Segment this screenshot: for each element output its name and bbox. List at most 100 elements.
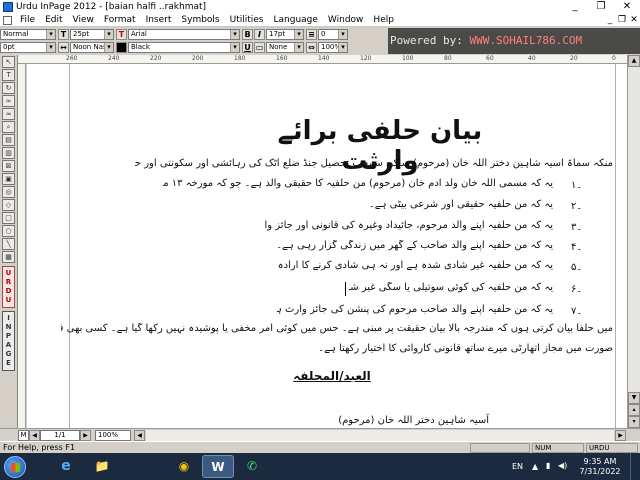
document-icon[interactable] bbox=[3, 15, 12, 25]
ellipse-tool-icon[interactable]: ○ bbox=[2, 225, 15, 237]
show-desktop-button[interactable] bbox=[630, 453, 640, 480]
scroll-right-icon[interactable]: ▶ bbox=[615, 429, 626, 441]
page-up-icon[interactable]: ▴ bbox=[628, 404, 640, 416]
vertical-scrollbar[interactable]: ▲ ▼ ▴ ▾ bbox=[627, 55, 640, 428]
scroll-down-icon[interactable]: ▼ bbox=[628, 392, 640, 404]
vertical-ruler[interactable] bbox=[18, 64, 26, 428]
first-page-icon[interactable]: ◀ bbox=[29, 429, 40, 441]
image-box-tool-icon[interactable]: ⊠ bbox=[2, 160, 15, 172]
border-select[interactable]: None bbox=[266, 42, 304, 53]
item-text[interactable]: یہ کہ مسمی اللہ خان ولد آدم خان (مرحوم) … bbox=[163, 178, 553, 189]
signature-heading[interactable]: العبد/المحلفہ bbox=[267, 369, 397, 383]
page-number-field[interactable]: 1/1 bbox=[40, 429, 80, 441]
ruler-tick: 240 bbox=[108, 55, 120, 62]
scale-select[interactable]: 100% bbox=[318, 42, 348, 53]
page-down-icon[interactable]: ▾ bbox=[628, 416, 640, 428]
menu-file[interactable]: File bbox=[15, 15, 40, 25]
closing-line-1[interactable]: میں حلفاً بیان کرتی ہوں کہ مندرجہ بالا ب… bbox=[61, 323, 613, 334]
intro-line[interactable]: منکہ سماۃ آسیہ شاہین دختر اللہ خان (مرحو… bbox=[135, 158, 613, 169]
menu-view[interactable]: View bbox=[68, 15, 99, 25]
volume-icon[interactable]: ◀) bbox=[558, 461, 567, 470]
urdu-font-select[interactable]: Noon Nastaliq bbox=[70, 42, 114, 53]
underline-button[interactable]: U bbox=[242, 42, 253, 53]
closing-line-2[interactable]: صورت میں مجاز اتھارٹی میرے ساتھ قانونی ک… bbox=[235, 343, 613, 354]
font-name-select[interactable]: Arial bbox=[128, 29, 240, 40]
menu-bar: File Edit View Format Insert Symbols Uti… bbox=[0, 14, 640, 27]
scroll-up-icon[interactable]: ▲ bbox=[628, 55, 640, 67]
bold-button[interactable]: B bbox=[242, 29, 253, 40]
item-text[interactable]: یہ کہ من حلفیہ اپنے والد مرحوم، جائیداد … bbox=[265, 220, 553, 231]
italic-button[interactable]: I bbox=[254, 29, 265, 40]
start-button[interactable] bbox=[4, 456, 26, 478]
master-page-button[interactable]: M bbox=[18, 429, 29, 441]
baseline-select[interactable]: 0 bbox=[318, 29, 348, 40]
color-swatch-icon bbox=[116, 42, 127, 53]
horizontal-ruler[interactable]: 260 240 220 200 180 160 140 120 100 80 6… bbox=[18, 55, 630, 64]
document-window-controls: _ ❐ ✕ bbox=[604, 14, 640, 26]
item-text[interactable]: یہ کہ من حلفیہ حقیقی اور شرعی بیٹی ہے۔ bbox=[355, 199, 553, 210]
system-clock[interactable]: 9:35 AM 7/31/2022 bbox=[574, 457, 626, 477]
document-page[interactable]: بیان حلفی برائے وارثت منکہ سماۃ آسیہ شاہ… bbox=[55, 64, 627, 428]
inpage-letter: N bbox=[5, 323, 12, 331]
border-icon[interactable]: ▭ bbox=[254, 42, 265, 53]
toolbox: ↖ T ↻ ∞ ≈ ⌕ ▤ ▥ ⊠ ▣ ◎ ◇ □ ○ ╲ ▦ U R D U … bbox=[0, 55, 18, 428]
item-text[interactable]: یہ کہ من حلفیہ غیر شادی شدہ ہے اور نہ ہی… bbox=[277, 260, 553, 271]
whatsapp-icon[interactable]: ✆ bbox=[236, 455, 268, 478]
oval-image-tool-icon[interactable]: ◎ bbox=[2, 186, 15, 198]
item-text[interactable]: یہ کہ من حلفیہ کی کوئی سوتیلی یا سگی غیر… bbox=[349, 282, 553, 293]
document-workspace[interactable]: بیان حلفی برائے وارثت منکہ سماۃ آسیہ شاہ… bbox=[27, 64, 627, 428]
color-select[interactable]: Black bbox=[128, 42, 240, 53]
minimize-button[interactable]: _ bbox=[562, 0, 588, 14]
close-button[interactable]: ✕ bbox=[614, 0, 640, 14]
rotate-tool-icon[interactable]: ↻ bbox=[2, 82, 15, 94]
column-tool-icon[interactable]: ▥ bbox=[2, 147, 15, 159]
urdu-letter: R bbox=[5, 278, 12, 286]
scale-icon[interactable]: ⇔ bbox=[306, 42, 317, 53]
diamond-tool-icon[interactable]: ◇ bbox=[2, 199, 15, 211]
signature-line[interactable]: آسیہ شاہین دختر اللہ خان (مرحوم) bbox=[309, 415, 489, 426]
doc-close-button[interactable]: ✕ bbox=[628, 14, 640, 26]
chrome-icon[interactable]: ◉ bbox=[168, 455, 200, 478]
doc-minimize-button[interactable]: _ bbox=[604, 14, 616, 26]
inpage-taskbar-icon[interactable]: W bbox=[202, 455, 234, 478]
text-cursor bbox=[345, 282, 346, 296]
link-tool-icon[interactable]: ∞ bbox=[2, 95, 15, 107]
zoom-tool-icon[interactable]: ⌕ bbox=[2, 121, 15, 133]
item-text[interactable]: یہ کہ من حلفیہ اپنے والد صاحب کے گھر میں… bbox=[277, 240, 553, 251]
menu-edit[interactable]: Edit bbox=[40, 15, 67, 25]
network-icon[interactable]: ▮ bbox=[546, 461, 550, 470]
style-select[interactable]: Normal bbox=[0, 29, 56, 40]
tracking-select[interactable]: 0pt bbox=[0, 42, 56, 53]
rectangle-tool-icon[interactable]: □ bbox=[2, 212, 15, 224]
inpage-app-icon[interactable] bbox=[3, 2, 13, 12]
tray-expand-icon[interactable]: ▲ bbox=[532, 462, 538, 471]
scroll-left-icon[interactable]: ◀ bbox=[134, 429, 145, 441]
input-language[interactable]: EN bbox=[512, 462, 523, 471]
menu-symbols[interactable]: Symbols bbox=[176, 15, 224, 25]
item-text[interactable]: یہ کہ من حلفیہ اپنے والد صاحب مرحوم کی پ… bbox=[277, 304, 553, 315]
text-tool-icon[interactable]: T bbox=[2, 69, 15, 81]
doc-restore-button[interactable]: ❐ bbox=[616, 14, 628, 26]
horizontal-scroll-track[interactable] bbox=[146, 429, 614, 441]
font-size-select[interactable]: 25pt bbox=[70, 29, 114, 40]
leading-select[interactable]: 17pt bbox=[266, 29, 304, 40]
text-box-tool-icon[interactable]: ▤ bbox=[2, 134, 15, 146]
line-tool-icon[interactable]: ╲ bbox=[2, 238, 15, 250]
menu-utilities[interactable]: Utilities bbox=[225, 15, 269, 25]
rect-image-tool-icon[interactable]: ▣ bbox=[2, 173, 15, 185]
pointer-tool-icon[interactable]: ↖ bbox=[2, 56, 15, 68]
zoom-field[interactable]: 100% bbox=[95, 429, 131, 441]
next-page-icon[interactable]: ▶ bbox=[80, 429, 91, 441]
item-number: ۴۔ bbox=[571, 242, 583, 253]
maximize-button[interactable]: ❐ bbox=[588, 0, 614, 14]
menu-window[interactable]: Window bbox=[323, 15, 369, 25]
align-icon[interactable]: ≡ bbox=[306, 29, 317, 40]
internet-explorer-icon[interactable]: e bbox=[50, 455, 82, 478]
file-explorer-icon[interactable]: 📁 bbox=[86, 455, 118, 478]
menu-insert[interactable]: Insert bbox=[141, 15, 177, 25]
table-tool-icon[interactable]: ▦ bbox=[2, 251, 15, 263]
unlink-tool-icon[interactable]: ≈ bbox=[2, 108, 15, 120]
menu-help[interactable]: Help bbox=[368, 15, 399, 25]
menu-format[interactable]: Format bbox=[99, 15, 141, 25]
menu-language[interactable]: Language bbox=[269, 15, 323, 25]
